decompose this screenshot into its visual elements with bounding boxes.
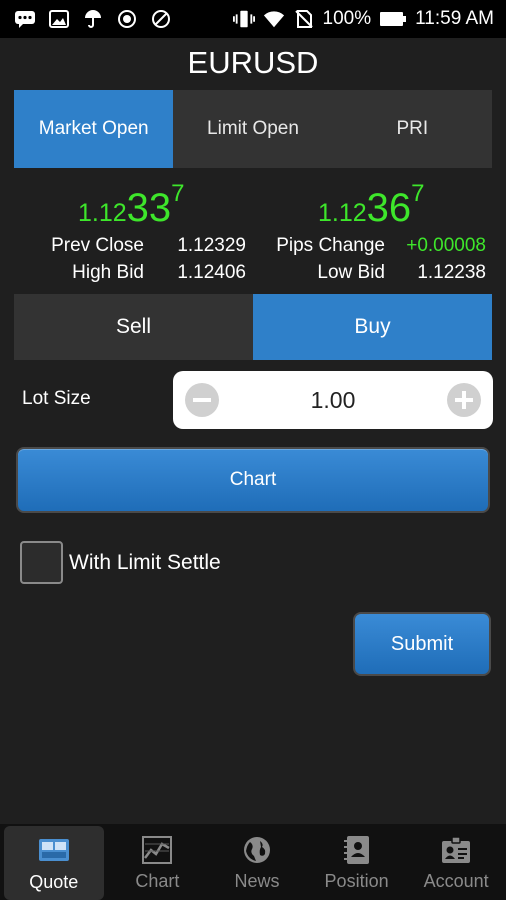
sell-price-prefix: 1.12	[78, 199, 127, 227]
stats-row: Prev Close 1.12329 Pips Change +0.00008	[0, 235, 506, 262]
low-bid-value: 1.12238	[417, 262, 486, 283]
blocked-icon	[150, 9, 172, 29]
message-icon	[14, 9, 36, 29]
wifi-icon	[263, 9, 285, 29]
umbrella-icon	[82, 9, 104, 29]
page-title: EURUSD	[187, 45, 319, 80]
sell-price: 1.12337	[78, 180, 185, 231]
status-bar: 100% 11:59 AM	[0, 0, 506, 38]
pips-change-value: +0.00008	[406, 235, 486, 256]
order-type-tabs: Market Open Limit Open PRI	[14, 90, 492, 168]
id-badge-icon	[439, 833, 473, 867]
buy-button[interactable]: Buy	[253, 294, 492, 360]
nav-account-label: Account	[423, 870, 489, 891]
sell-price-fraction: 7	[171, 180, 185, 207]
nav-quote[interactable]: Quote	[4, 826, 104, 900]
limit-settle-option[interactable]: With Limit Settle	[20, 541, 221, 584]
globe-icon	[240, 833, 274, 867]
clock: 11:59 AM	[415, 8, 494, 29]
tab-market-open[interactable]: Market Open	[14, 90, 174, 168]
quote-stats: Prev Close 1.12329 Pips Change +0.00008 …	[0, 235, 506, 289]
nav-news[interactable]: News	[207, 824, 307, 900]
submit-button[interactable]: Submit	[353, 612, 491, 676]
nav-news-label: News	[234, 870, 280, 891]
high-bid-value: 1.12406	[177, 262, 246, 283]
image-icon	[48, 9, 70, 29]
side-toggle: Sell Buy	[14, 294, 492, 360]
bottom-navigation: Quote Chart News Position Account	[0, 824, 506, 900]
tab-limit-open[interactable]: Limit Open	[173, 90, 332, 168]
tab-pri[interactable]: PRI	[333, 90, 492, 168]
radio-icon	[116, 9, 138, 29]
chart-button[interactable]: Chart	[16, 447, 490, 513]
lot-size-label: Lot Size	[22, 388, 91, 409]
nav-chart[interactable]: Chart	[108, 824, 208, 900]
price-quotes: 1.12337 1.12367	[0, 180, 506, 232]
vibrate-icon	[232, 9, 255, 29]
prev-close-value: 1.12329	[177, 235, 246, 256]
sell-button[interactable]: Sell	[14, 294, 253, 360]
nav-quote-label: Quote	[29, 871, 79, 892]
high-bid-label: High Bid	[72, 262, 144, 283]
limit-settle-label: With Limit Settle	[69, 550, 221, 574]
prev-close-label: Prev Close	[51, 235, 144, 256]
battery-percent: 100%	[322, 8, 372, 29]
minus-icon[interactable]	[185, 383, 219, 417]
buy-price-pips: 36	[366, 186, 412, 230]
sell-price-pips: 33	[126, 186, 172, 230]
low-bid-label: Low Bid	[317, 262, 385, 283]
nav-account[interactable]: Account	[406, 824, 506, 900]
buy-price: 1.12367	[318, 180, 425, 231]
nav-chart-label: Chart	[135, 870, 180, 891]
limit-settle-checkbox[interactable]	[20, 541, 63, 584]
pips-change-label: Pips Change	[276, 235, 385, 256]
lot-size-stepper: 1.00	[173, 371, 493, 429]
notebook-icon	[340, 833, 374, 867]
nav-position-label: Position	[324, 870, 389, 891]
plus-icon[interactable]	[447, 383, 481, 417]
nav-position[interactable]: Position	[307, 824, 407, 900]
stats-row: High Bid 1.12406 Low Bid 1.12238	[0, 262, 506, 289]
no-sim-icon	[293, 9, 315, 29]
chart-icon	[140, 833, 174, 867]
battery-icon	[379, 9, 407, 29]
buy-price-fraction: 7	[411, 180, 425, 207]
quote-icon	[37, 834, 71, 868]
buy-price-prefix: 1.12	[318, 199, 367, 227]
lot-size-value[interactable]: 1.00	[231, 387, 435, 414]
